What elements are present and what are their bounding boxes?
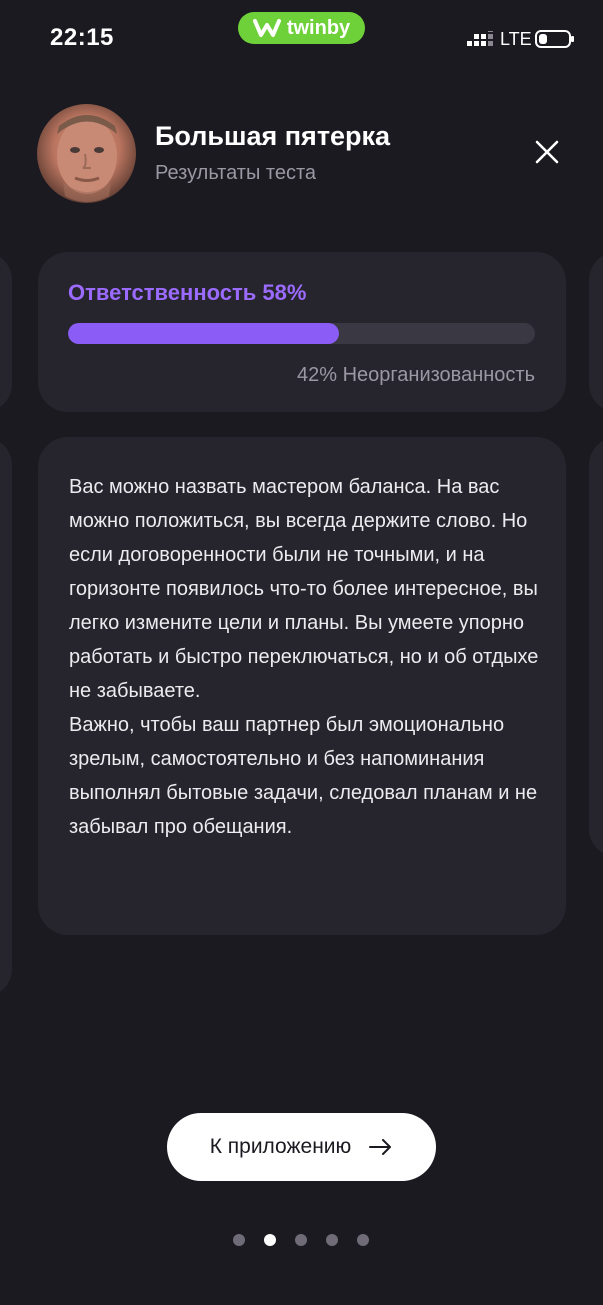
pagination-dot[interactable] (357, 1234, 369, 1246)
pagination-dots (233, 1234, 369, 1246)
next-card-peek-lower[interactable] (589, 437, 603, 857)
score-card: Ответственность 58% 42% Неорганизованнос… (38, 252, 566, 412)
brand-pill: twinby (238, 12, 365, 44)
avatar-face-image (57, 115, 117, 202)
status-time: 22:15 (50, 24, 114, 51)
description-paragraph: Важно, чтобы ваш партнер был эмоциональн… (69, 714, 538, 838)
trait-score-title: Ответственность 58% (68, 280, 307, 305)
description-text: Вас можно назвать мастером баланса. На в… (69, 470, 544, 844)
description-paragraph: Вас можно назвать мастером баланса. На в… (69, 476, 539, 702)
previous-card-peek-lower[interactable] (0, 437, 12, 997)
network-type: LTE (500, 29, 532, 49)
pagination-dot[interactable] (326, 1234, 338, 1246)
page-subtitle: Результаты теста (155, 162, 317, 184)
battery-icon (535, 30, 574, 48)
arrow-right-icon (369, 1139, 392, 1155)
go-to-app-label: К приложению (209, 1135, 352, 1158)
twinby-logo-icon (252, 19, 281, 37)
user-avatar (37, 104, 136, 203)
next-card-peek[interactable] (589, 252, 603, 412)
signal-icon (467, 31, 493, 46)
trait-progress-bar (68, 323, 535, 344)
pagination-dot[interactable] (295, 1234, 307, 1246)
pagination-dot[interactable] (233, 1234, 245, 1246)
pagination-dot[interactable] (264, 1234, 276, 1246)
description-card: Вас можно назвать мастером баланса. На в… (38, 437, 566, 935)
results-screen: 22:15 twinby LTE Большая пятерка Результ… (0, 0, 603, 1305)
go-to-app-button[interactable]: К приложению (167, 1113, 436, 1181)
close-icon (535, 140, 559, 164)
opposite-trait-score: 42% Неорганизованность (297, 364, 535, 386)
trait-progress-fill (68, 323, 339, 344)
page-title: Большая пятерка (155, 121, 391, 151)
close-button[interactable] (528, 133, 566, 171)
previous-card-peek[interactable] (0, 252, 12, 412)
brand-name: twinby (286, 16, 351, 39)
